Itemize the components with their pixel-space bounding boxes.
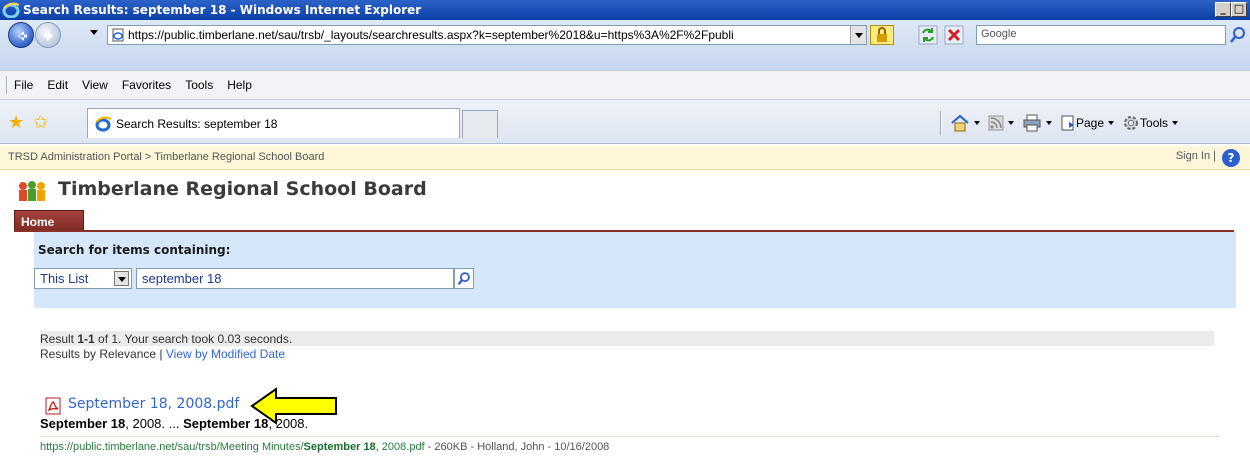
window-title: Search Results: september 18 - Windows I…: [23, 3, 422, 17]
result-range: 1-1: [77, 332, 95, 346]
left-margin: [0, 232, 34, 470]
pdf-icon: [45, 397, 61, 415]
gear-icon: [1124, 116, 1139, 130]
site-title: Timberlane Regional School Board: [58, 178, 427, 200]
tab-bar: ★ ✩ Search Results: september 18 Page To…: [0, 100, 1250, 144]
maximize-button[interactable]: □: [1231, 2, 1247, 17]
page-icon: [112, 28, 124, 42]
result-meta: - 260KB - Holland, John - 10/16/2008: [424, 441, 610, 453]
lock-icon: [877, 27, 887, 42]
back-button[interactable]: [8, 22, 34, 48]
ie-tab-icon: [95, 116, 112, 131]
page-menu-icon: [1061, 115, 1074, 131]
right-margin: [1236, 232, 1250, 470]
result-url: https://public.timberlane.net/sau/trsb/M…: [40, 441, 610, 453]
history-dropdown-icon[interactable]: [90, 30, 98, 35]
chevron-down-icon: [974, 121, 980, 125]
add-favorite-icon[interactable]: ✩: [33, 112, 48, 133]
new-tab-button[interactable]: [462, 110, 498, 138]
minimize-button[interactable]: _: [1215, 2, 1231, 17]
refresh-button[interactable]: [918, 25, 938, 45]
result-summary: Result 1-1 of 1. Your search took 0.03 s…: [40, 332, 293, 346]
menu-edit[interactable]: Edit: [47, 78, 68, 92]
tools-menu-label: Tools: [1140, 116, 1169, 130]
command-separator: [940, 111, 942, 135]
rss-feed-icon: [988, 115, 1004, 131]
sort-by-date-link[interactable]: View by Modified Date: [166, 347, 285, 361]
url-text: https://public.timberlane.net/sau/trsb/_…: [128, 28, 734, 42]
yellow-arrow-annotation-icon: [250, 387, 337, 425]
home-icon: [951, 114, 969, 132]
site-logo-icon: [19, 181, 45, 201]
menu-bar: File Edit View Favorites Tools Help: [0, 70, 1250, 100]
search-scope-value: This List: [40, 271, 89, 286]
forward-button[interactable]: [35, 22, 61, 48]
menu-file[interactable]: File: [14, 78, 33, 92]
page-menu-label: Page: [1076, 116, 1105, 130]
help-icon[interactable]: ?: [1222, 149, 1240, 167]
menu-view[interactable]: View: [82, 78, 108, 92]
address-dropdown-button[interactable]: [850, 26, 866, 44]
back-arrow-icon: [18, 31, 27, 41]
search-query-input[interactable]: september 18: [136, 268, 454, 289]
window-title-bar: Search Results: september 18 - Windows I…: [0, 0, 1250, 20]
breadcrumb[interactable]: TRSD Administration Portal > Timberlane …: [0, 146, 1250, 170]
tools-menu-button[interactable]: Tools: [1122, 114, 1179, 132]
menu-favorites[interactable]: Favorites: [122, 78, 171, 92]
tab-home[interactable]: Home: [14, 210, 84, 232]
search-icon[interactable]: [1228, 25, 1248, 45]
ie-logo-icon: [2, 2, 20, 18]
search-go-icon[interactable]: [454, 268, 474, 289]
feeds-button[interactable]: [988, 115, 1014, 131]
stop-button[interactable]: [944, 25, 964, 45]
security-lock-button[interactable]: [870, 25, 894, 45]
printer-icon: [1023, 114, 1041, 132]
address-input[interactable]: https://public.timberlane.net/sau/trsb/_…: [107, 25, 867, 45]
sort-current: Results by Relevance: [40, 347, 157, 361]
scope-dropdown-button[interactable]: [114, 271, 129, 286]
chevron-down-icon: [1046, 121, 1052, 125]
menu-help[interactable]: Help: [227, 78, 252, 92]
tab-label: Search Results: september 18: [116, 116, 278, 131]
search-scope-select[interactable]: This List: [34, 268, 132, 289]
page-menu-button[interactable]: Page: [1060, 114, 1115, 132]
print-button[interactable]: [1022, 114, 1052, 132]
home-button[interactable]: [950, 114, 980, 132]
command-bar: Page Tools: [940, 110, 1186, 136]
menu-separator: [6, 76, 8, 94]
sign-in-link[interactable]: Sign In |: [1176, 150, 1216, 162]
result-title-link[interactable]: September 18, 2008.pdf: [68, 396, 239, 412]
result-divider: [40, 436, 1220, 437]
tab-search-results[interactable]: Search Results: september 18: [87, 108, 460, 138]
search-label: Search for items containing:: [38, 243, 231, 257]
web-search-input[interactable]: Google: [976, 25, 1226, 45]
menu-tools[interactable]: Tools: [185, 78, 213, 92]
favorites-star-icon[interactable]: ★: [8, 112, 24, 133]
chevron-down-icon: [1008, 121, 1014, 125]
chevron-down-icon: [1108, 121, 1115, 125]
sort-options: Results by Relevance | View by Modified …: [40, 347, 286, 361]
forward-arrow-icon: [44, 31, 53, 41]
chevron-down-icon: [1172, 121, 1179, 125]
